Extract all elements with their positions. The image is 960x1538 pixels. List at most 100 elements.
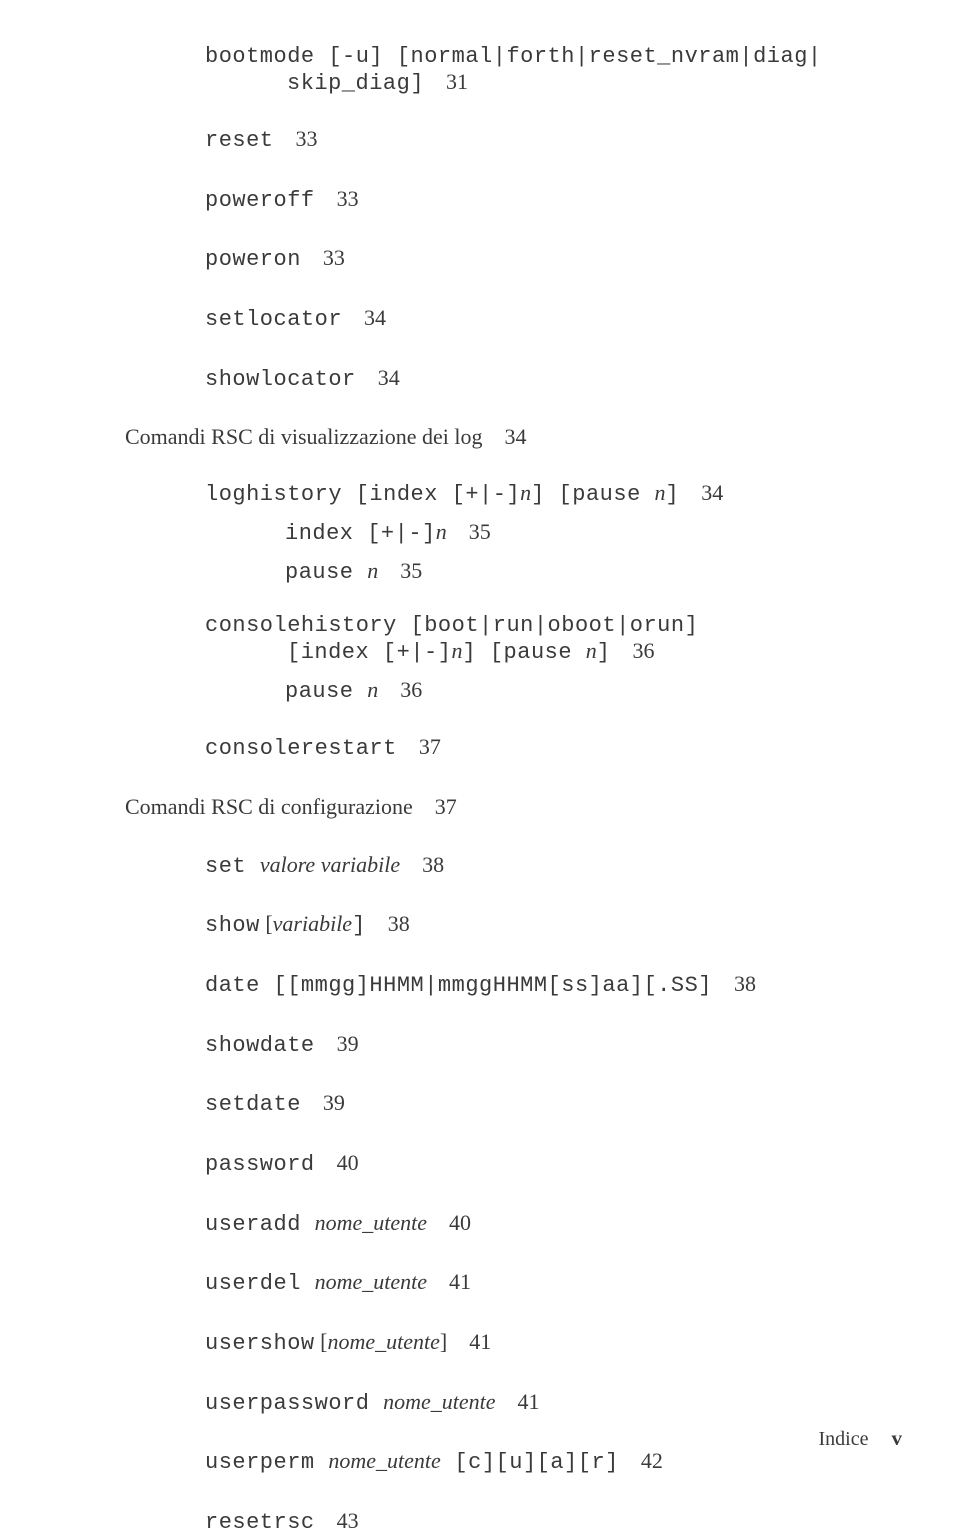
- consolerestart-text: consolerestart: [205, 736, 397, 761]
- setdate-page: 39: [323, 1090, 345, 1115]
- pause1-n: n: [367, 558, 378, 583]
- showlocator-text: showlocator: [205, 367, 356, 392]
- loghistory-n2: n: [654, 480, 665, 505]
- consolehistory-l2b: ] [pause: [462, 640, 585, 665]
- entry-showdate: showdate 39: [125, 1029, 960, 1061]
- loghistory-mid: ] [pause: [531, 482, 654, 507]
- loghistory-prefix: loghistory [index [+|-]: [205, 482, 520, 507]
- userdel-args: nome_utente: [315, 1269, 427, 1294]
- footer-page: v: [892, 1426, 903, 1450]
- userperm-page: 42: [641, 1448, 663, 1473]
- consolehistory-page: 36: [632, 638, 654, 663]
- showlocator-page: 34: [378, 365, 400, 390]
- consolehistory-l2n2: n: [586, 638, 597, 663]
- password-text: password: [205, 1152, 315, 1177]
- section-log-text: Comandi RSC di visualizzazione dei log: [125, 424, 482, 449]
- section-config: Comandi RSC di configurazione 37: [125, 792, 960, 822]
- pause2-prefix: pause: [285, 679, 367, 704]
- entry-consolehistory: consolehistory [boot|run|oboot|orun] [in…: [125, 613, 960, 704]
- loghistory-n1: n: [520, 480, 531, 505]
- useradd-args: nome_utente: [315, 1210, 427, 1235]
- useradd-prefix: useradd: [205, 1212, 315, 1237]
- setlocator-page: 34: [364, 305, 386, 330]
- password-page: 40: [337, 1150, 359, 1175]
- entry-setdate: setdate 39: [125, 1088, 960, 1120]
- setlocator-text: setlocator: [205, 307, 342, 332]
- show-args: variabile: [273, 911, 352, 936]
- entry-reset: reset 33: [125, 124, 960, 156]
- showdate-text: showdate: [205, 1033, 315, 1058]
- set-prefix: set: [205, 854, 260, 879]
- footer-label: Indice: [819, 1428, 869, 1450]
- entry-consolerestart: consolerestart 37: [125, 732, 960, 764]
- index-page: 35: [469, 519, 491, 544]
- footer: Indice v: [819, 1426, 902, 1451]
- entry-userdel: userdel nome_utente 41: [125, 1267, 960, 1299]
- usershow-args: nome_utente: [327, 1329, 439, 1354]
- entry-password: password 40: [125, 1148, 960, 1180]
- date-text: date [[mmgg]HHMM|mmggHHMM[ss]aa][.SS]: [205, 973, 712, 998]
- useradd-page: 40: [449, 1210, 471, 1235]
- bootmode-page: 31: [446, 69, 468, 94]
- userperm-args: nome_utente: [328, 1448, 440, 1473]
- setdate-text: setdate: [205, 1092, 301, 1117]
- entry-showlocator: showlocator 34: [125, 363, 960, 395]
- userpassword-prefix: userpassword: [205, 1391, 383, 1416]
- entry-userperm: userperm nome_utente [c][u][a][r] 42: [125, 1446, 960, 1478]
- index-prefix: index [+|-]: [285, 521, 436, 546]
- userdel-page: 41: [449, 1269, 471, 1294]
- entry-show: show [variabile] 38: [125, 909, 960, 941]
- section-config-text: Comandi RSC di configurazione: [125, 794, 413, 819]
- set-args: valore variabile: [260, 852, 400, 877]
- entry-useradd: useradd nome_utente 40: [125, 1208, 960, 1240]
- date-page: 38: [734, 971, 756, 996]
- poweron-text: poweron: [205, 247, 301, 272]
- consolehistory-l2n1: n: [451, 638, 462, 663]
- userpassword-page: 41: [518, 1389, 540, 1414]
- entry-date: date [[mmgg]HHMM|mmggHHMM[ss]aa][.SS] 38: [125, 969, 960, 1001]
- entry-resetrsc: resetrsc 43: [125, 1506, 960, 1538]
- section-log: Comandi RSC di visualizzazione dei log 3…: [125, 422, 960, 452]
- resetrsc-page: 43: [337, 1508, 359, 1533]
- entry-loghistory: loghistory [index [+|-]n] [pause n] 34 i…: [125, 480, 960, 585]
- poweroff-page: 33: [337, 186, 359, 211]
- usershow-page: 41: [469, 1329, 491, 1354]
- userperm-suffix: [c][u][a][r]: [441, 1450, 619, 1475]
- index-n: n: [436, 519, 447, 544]
- loghistory-page: 34: [701, 480, 723, 505]
- pause1-page: 35: [400, 558, 422, 583]
- section-log-page: 34: [504, 424, 526, 449]
- show-rbrak: ]: [352, 913, 366, 938]
- userdel-prefix: userdel: [205, 1271, 315, 1296]
- show-page: 38: [388, 911, 410, 936]
- consolehistory-l2c: ]: [597, 640, 611, 665]
- reset-text: reset: [205, 128, 274, 153]
- resetrsc-text: resetrsc: [205, 1510, 315, 1535]
- pause1-prefix: pause: [285, 560, 367, 585]
- consolerestart-page: 37: [419, 734, 441, 759]
- userpassword-args: nome_utente: [383, 1389, 495, 1414]
- reset-page: 33: [296, 126, 318, 151]
- show-lbrak: [: [260, 911, 273, 936]
- consolehistory-l2a: [index [+|-]: [287, 640, 451, 665]
- entry-pause1: pause n 35: [205, 558, 960, 585]
- entry-set: set valore variabile 38: [125, 850, 960, 882]
- consolehistory-line1: consolehistory [boot|run|oboot|orun]: [205, 613, 698, 638]
- pause2-page: 36: [400, 677, 422, 702]
- section-config-page: 37: [435, 794, 457, 819]
- poweroff-text: poweroff: [205, 188, 315, 213]
- page-content: bootmode [-u] [normal|forth|reset_nvram|…: [0, 0, 960, 1538]
- usershow-lbrak: [: [315, 1329, 328, 1354]
- entry-index: index [+|-]n 35: [205, 519, 960, 546]
- entry-poweron: poweron 33: [125, 243, 960, 275]
- entry-userpassword: userpassword nome_utente 41: [125, 1387, 960, 1419]
- show-prefix: show: [205, 913, 260, 938]
- showdate-page: 39: [337, 1031, 359, 1056]
- pause2-n: n: [367, 677, 378, 702]
- userperm-prefix: userperm: [205, 1450, 328, 1475]
- bootmode-line2: skip_diag]: [287, 71, 424, 96]
- entry-usershow: usershow [nome_utente] 41: [125, 1327, 960, 1359]
- entry-setlocator: setlocator 34: [125, 303, 960, 335]
- entry-pause2: pause n 36: [205, 677, 960, 704]
- bootmode-line1: bootmode [-u] [normal|forth|reset_nvram|…: [205, 44, 822, 69]
